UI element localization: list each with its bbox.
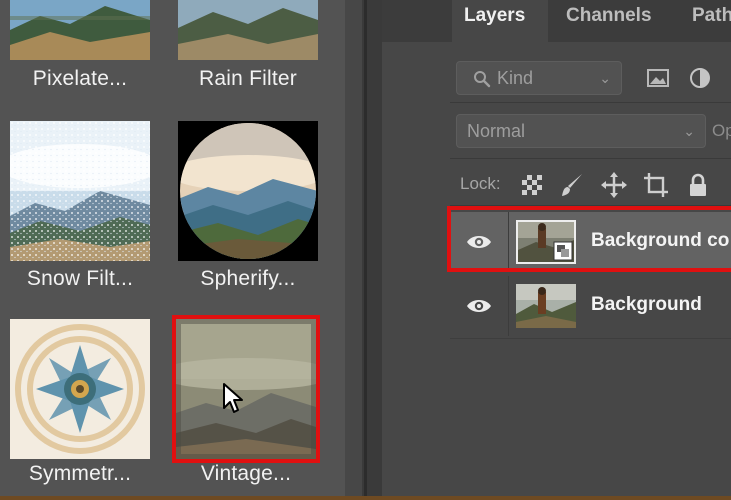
divider — [450, 102, 731, 103]
layer-thumbnail[interactable] — [516, 284, 576, 328]
lock-transparent-pixels-icon[interactable] — [518, 171, 546, 199]
lock-all-icon[interactable] — [684, 171, 712, 199]
pixelate-thumbnail[interactable] — [10, 0, 150, 60]
snow-filter-thumbnail[interactable] — [10, 121, 150, 261]
symmetry-thumbnail[interactable] — [10, 319, 150, 459]
vintage-thumbnail[interactable] — [172, 315, 320, 463]
panel-resize-handle[interactable] — [362, 0, 382, 496]
chevron-down-icon: ⌄ — [683, 123, 695, 139]
chevron-down-icon: ⌄ — [599, 70, 611, 86]
filter-label: Vintage... — [200, 462, 292, 485]
filter-label: Spherify... — [200, 267, 296, 290]
layer-row-background[interactable]: Background — [450, 276, 731, 336]
divider — [450, 158, 731, 159]
lock-artboard-icon[interactable] — [642, 171, 670, 199]
spherify-thumbnail[interactable] — [178, 121, 318, 261]
lock-label: Lock: — [460, 174, 501, 193]
lock-image-pixels-icon[interactable] — [558, 171, 586, 199]
window-frame-bottom — [0, 496, 731, 500]
adjustment-layer-filter-icon[interactable] — [686, 64, 714, 92]
tab-paths[interactable]: Path — [680, 0, 731, 42]
layer-kind-filter[interactable]: Kind ⌄ — [456, 61, 622, 95]
blend-mode-select[interactable]: Normal ⌄ — [456, 114, 706, 148]
layer-name[interactable]: Background — [591, 294, 702, 316]
blend-mode-value: Normal — [467, 121, 526, 141]
panel-gutter — [345, 0, 362, 496]
search-icon — [474, 71, 491, 88]
eye-icon[interactable] — [466, 297, 492, 315]
filter-gallery: Pixelate... Rain Filter Snow Filt... Sph… — [0, 0, 345, 496]
divider — [508, 276, 509, 336]
lock-position-icon[interactable] — [600, 171, 628, 199]
tab-channels[interactable]: Channels — [554, 0, 670, 42]
filter-label: Pixelate... — [32, 67, 128, 90]
filter-label: Snow Filt... — [26, 267, 134, 290]
panel-tab-bar: Layers Channels Path — [382, 0, 731, 42]
opacity-label: Op — [712, 121, 731, 140]
filter-label: Rain Filter — [199, 67, 297, 90]
pixel-layer-filter-icon[interactable] — [644, 64, 672, 92]
filter-label: Symmetr... — [28, 462, 132, 485]
tab-layers[interactable]: Layers — [452, 0, 548, 42]
kind-label: Kind — [497, 68, 534, 88]
rain-filter-thumbnail[interactable] — [178, 0, 318, 60]
selection-highlight — [447, 206, 731, 272]
mouse-cursor-icon — [223, 383, 243, 413]
divider — [450, 338, 731, 339]
